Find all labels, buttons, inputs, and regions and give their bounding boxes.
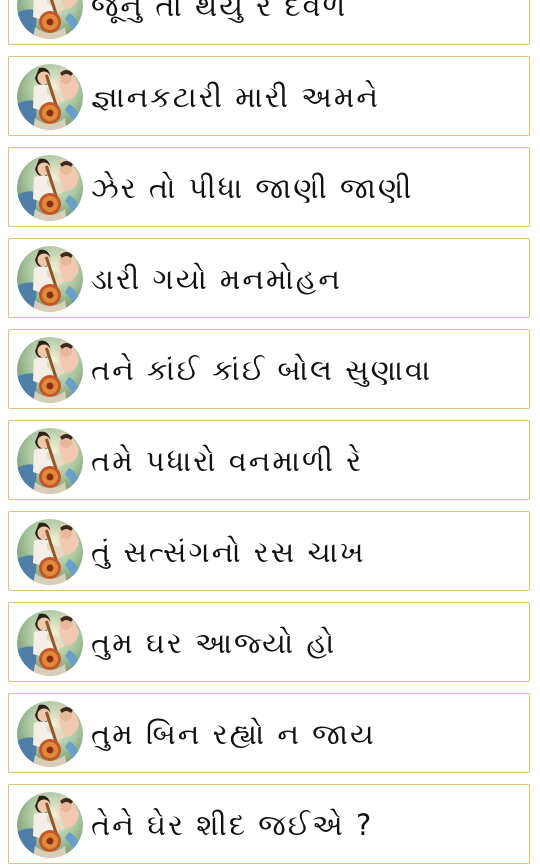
song-title: જ્ઞાનકટારી મારી અમને bbox=[91, 80, 380, 114]
meera-portrait-icon bbox=[17, 610, 83, 676]
list-item[interactable]: તને કાંઈ કાંઈ બોલ સુણાવા bbox=[8, 329, 530, 409]
song-title: ડારી ગયો મનમોહન bbox=[91, 262, 342, 296]
list-item[interactable]: તુમ ઘર આજ્યો હો bbox=[8, 602, 530, 682]
song-title: તુમ ઘર આજ્યો હો bbox=[91, 626, 337, 660]
meera-portrait-icon bbox=[17, 519, 83, 585]
list-item[interactable]: ડારી ગયો મનમોહન bbox=[8, 238, 530, 318]
song-title: ઝેર તો પીધા જાણી જાણી bbox=[91, 171, 414, 205]
meera-portrait-icon bbox=[17, 64, 83, 130]
meera-portrait-icon bbox=[17, 246, 83, 312]
song-title: તું સત્સંગનો રસ ચાખ bbox=[91, 535, 366, 569]
song-title: તુમ બિન રહ્યો ન જાય bbox=[91, 717, 376, 751]
meera-portrait-icon bbox=[17, 701, 83, 767]
list-item[interactable]: તુમ બિન રહ્યો ન જાય bbox=[8, 693, 530, 773]
list-item[interactable]: તું સત્સંગનો રસ ચાખ bbox=[8, 511, 530, 591]
meera-portrait-icon bbox=[17, 155, 83, 221]
meera-portrait-icon bbox=[17, 428, 83, 494]
song-title: તેને ઘેર શીદ જઈએ ? bbox=[91, 808, 374, 842]
list-item[interactable]: તમે પધારો વનમાળી રે bbox=[8, 420, 530, 500]
list-item[interactable]: ઝેર તો પીધા જાણી જાણી bbox=[8, 147, 530, 227]
meera-portrait-icon bbox=[17, 337, 83, 403]
song-title: તને કાંઈ કાંઈ બોલ સુણાવા bbox=[91, 353, 433, 387]
song-title: તમે પધારો વનમાળી રે bbox=[91, 444, 364, 478]
song-title: જૂનું તો થયું રે દેવળ bbox=[91, 0, 348, 23]
meera-portrait-icon bbox=[17, 792, 83, 858]
list-item[interactable]: તેને ઘેર શીદ જઈએ ? bbox=[8, 784, 530, 864]
list-item[interactable]: જૂનું તો થયું રે દેવળ bbox=[8, 0, 530, 45]
meera-portrait-icon bbox=[17, 0, 83, 39]
list-item[interactable]: જ્ઞાનકટારી મારી અમને bbox=[8, 56, 530, 136]
